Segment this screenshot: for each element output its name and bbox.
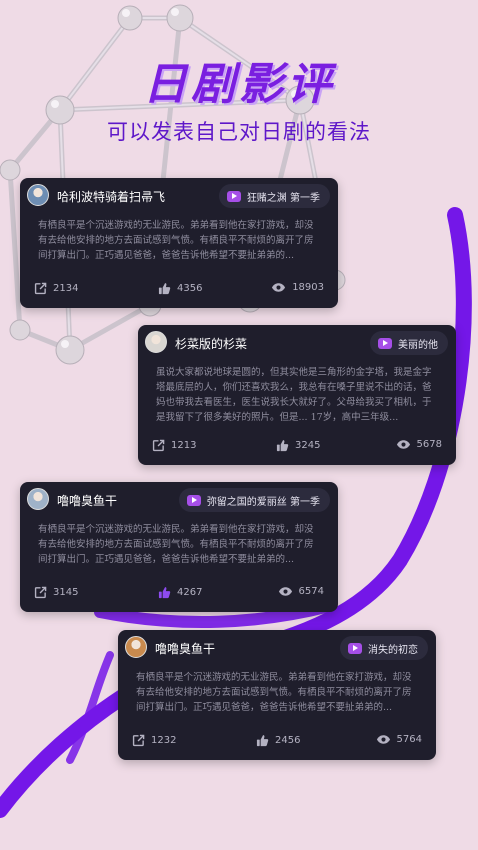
eye-icon [396, 440, 410, 449]
video-icon [186, 494, 201, 506]
eye-icon [272, 283, 286, 292]
card-stats: 1232 2456 5764 [132, 734, 422, 750]
drama-tag[interactable]: 美丽的他 [370, 331, 448, 355]
view-count: 6574 [298, 586, 324, 597]
username[interactable]: 噜噜臭鱼干 [155, 640, 215, 657]
eye-icon [278, 587, 292, 596]
like-count: 4356 [177, 283, 203, 294]
drama-title: 消失的初恋 [368, 644, 418, 656]
page-subtitle: 可以发表自己对日剧的看法 [107, 120, 371, 144]
share-button[interactable]: 3145 [34, 586, 78, 599]
review-card[interactable]: 噜噜臭鱼干 消失的初恋 有栖良平是个沉迷游戏的无业游民。弟弟看到他在家打游戏，却… [118, 630, 436, 760]
share-icon [152, 439, 165, 452]
card-stats: 1213 3245 5678 [152, 439, 442, 455]
thumbs-up-icon [158, 587, 171, 599]
view-count: 18903 [292, 282, 324, 293]
views-stat: 5678 [396, 439, 442, 450]
review-card[interactable]: 哈利波特骑着扫帚飞 狂赌之渊 第一季 有栖良平是个沉迷游戏的无业游民。弟弟看到他… [20, 178, 338, 308]
card-header: 噜噜臭鱼干 消失的初恋 [125, 636, 428, 664]
view-count: 5678 [416, 439, 442, 450]
card-stats: 3145 4267 6574 [34, 586, 324, 602]
views-stat: 18903 [271, 282, 324, 293]
like-button[interactable]: 2456 [256, 734, 300, 747]
share-count: 2134 [53, 283, 79, 294]
review-card[interactable]: 杉菜版的杉菜 美丽的他 虽说大家都说地球是圆的，但其实他是三角形的金字塔，我是金… [138, 325, 456, 465]
eye-icon [376, 735, 390, 744]
share-icon [132, 734, 145, 747]
avatar[interactable] [145, 331, 167, 353]
card-header: 噜噜臭鱼干 弥留之国的爱丽丝 第一季 [27, 488, 330, 516]
like-count: 3245 [295, 440, 321, 451]
drama-title: 弥留之国的爱丽丝 第一季 [206, 496, 320, 508]
review-card[interactable]: 噜噜臭鱼干 弥留之国的爱丽丝 第一季 有栖良平是个沉迷游戏的无业游民。弟弟看到他… [20, 482, 338, 612]
avatar[interactable] [27, 488, 49, 510]
share-button[interactable]: 1232 [132, 734, 176, 747]
username[interactable]: 杉菜版的杉菜 [175, 335, 247, 352]
username[interactable]: 噜噜臭鱼干 [57, 492, 117, 509]
like-button[interactable]: 4356 [158, 282, 202, 295]
share-button[interactable]: 2134 [34, 282, 78, 295]
thumbs-up-icon [276, 440, 289, 452]
like-button[interactable]: 3245 [276, 439, 320, 452]
drama-title: 狂赌之渊 第一季 [246, 192, 320, 204]
avatar[interactable] [125, 636, 147, 658]
review-text[interactable]: 有栖良平是个沉迷游戏的无业游民。弟弟看到他在家打游戏，却没有去给他安排的地方去面… [38, 218, 320, 263]
like-count: 4267 [177, 587, 203, 598]
avatar[interactable] [27, 184, 49, 206]
card-stats: 2134 4356 18903 [34, 282, 324, 298]
username[interactable]: 哈利波特骑着扫帚飞 [57, 188, 165, 205]
drama-title: 美丽的他 [398, 339, 438, 351]
view-count: 5764 [396, 734, 422, 745]
thumbs-up-icon [256, 735, 269, 747]
like-count: 2456 [275, 735, 301, 746]
views-stat: 5764 [376, 734, 422, 745]
card-header: 哈利波特骑着扫帚飞 狂赌之渊 第一季 [27, 184, 330, 212]
share-count: 3145 [53, 587, 79, 598]
card-header: 杉菜版的杉菜 美丽的他 [145, 331, 448, 359]
share-button[interactable]: 1213 [152, 439, 196, 452]
thumbs-up-icon [158, 283, 171, 295]
share-icon [34, 586, 47, 599]
video-icon [226, 190, 241, 202]
video-icon [378, 337, 392, 349]
review-text[interactable]: 有栖良平是个沉迷游戏的无业游民。弟弟看到他在家打游戏，却没有去给他安排的地方去面… [38, 522, 320, 567]
share-icon [34, 282, 47, 295]
video-icon [348, 642, 362, 654]
drama-tag[interactable]: 弥留之国的爱丽丝 第一季 [178, 488, 330, 512]
review-text[interactable]: 有栖良平是个沉迷游戏的无业游民。弟弟看到他在家打游戏，却没有去给他安排的地方去面… [136, 670, 418, 715]
share-count: 1213 [171, 440, 197, 451]
share-count: 1232 [151, 735, 177, 746]
review-text[interactable]: 虽说大家都说地球是圆的，但其实他是三角形的金字塔，我是金字塔最底层的人，你们还喜… [156, 365, 438, 425]
drama-tag[interactable]: 狂赌之渊 第一季 [218, 184, 330, 208]
views-stat: 6574 [278, 586, 324, 597]
page-title: 日剧影评 [143, 59, 335, 110]
drama-tag[interactable]: 消失的初恋 [340, 636, 428, 660]
like-button[interactable]: 4267 [158, 586, 202, 599]
